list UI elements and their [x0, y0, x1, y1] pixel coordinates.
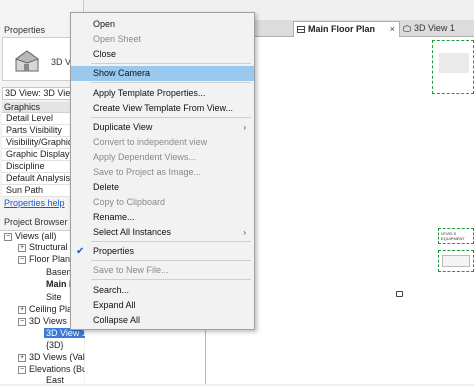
properties-help-link[interactable]: Properties help — [4, 198, 65, 208]
collapse-toggle-icon[interactable]: − — [4, 232, 12, 241]
view-thumbnail-grid[interactable] — [438, 250, 474, 272]
menu-item-rename[interactable]: Rename... — [71, 210, 254, 225]
house-icon — [14, 50, 40, 72]
tree-item-structural[interactable]: + Structural — [18, 242, 68, 253]
grid-graphic — [442, 255, 470, 267]
view-thumbnail-label[interactable]: LEVELS EQUIPMENT — [438, 228, 474, 244]
checkmark-icon: ✔ — [76, 246, 85, 257]
tree-item-site[interactable]: Site — [46, 292, 62, 303]
menu-item-save-as-image[interactable]: Save to Project as Image... — [71, 165, 254, 180]
tree-item-3d-default[interactable]: {3D} — [46, 340, 64, 351]
menu-separator — [91, 82, 251, 83]
menu-separator — [91, 279, 251, 280]
plan-graphic — [439, 53, 469, 73]
menu-separator — [91, 117, 251, 118]
tree-item-label: {3D} — [46, 340, 64, 350]
menu-separator — [91, 241, 251, 242]
tree-item-label: Site — [46, 292, 62, 302]
cube-icon — [403, 25, 411, 32]
tree-item-label: 3D Views — [29, 316, 67, 326]
tree-item-views-all[interactable]: − Views (all) — [4, 231, 56, 242]
submenu-arrow-icon: › — [243, 123, 246, 132]
menu-item-search[interactable]: Search... — [71, 283, 254, 298]
menu-item-open[interactable]: Open — [71, 17, 254, 32]
tree-item-label: Floor Plan — [29, 254, 71, 264]
tree-item-3d-views[interactable]: −3D Views — [18, 316, 67, 327]
menu-item-create-view-template[interactable]: Create View Template From View... — [71, 101, 254, 116]
tab-label: 3D View 1 — [414, 23, 455, 33]
menu-item-copy-to-clipboard[interactable]: Copy to Clipboard — [71, 195, 254, 210]
thumbnail-text: LEVELS EQUIPMENT — [441, 231, 465, 241]
tab-3d-view-1[interactable]: 3D View 1 — [400, 21, 474, 37]
tab-label: Main Floor Plan — [308, 24, 376, 34]
expand-toggle-icon[interactable]: + — [18, 353, 26, 362]
submenu-arrow-icon: › — [243, 228, 246, 237]
menu-item-close[interactable]: Close — [71, 47, 254, 62]
menu-item-show-camera[interactable]: Show Camera — [71, 66, 254, 81]
menu-item-convert-independent[interactable]: Convert to independent view — [71, 135, 254, 150]
view-thumbnail-plan[interactable] — [432, 40, 474, 94]
menu-item-label: Properties — [93, 246, 135, 256]
tree-item-ceiling-plans[interactable]: + Ceiling Pla — [18, 304, 72, 315]
camera-cursor-icon — [396, 291, 403, 297]
context-menu: Open Open Sheet Close Show Camera Apply … — [70, 12, 255, 330]
tree-item-east[interactable]: East — [46, 375, 64, 386]
menu-separator — [91, 63, 251, 64]
menu-item-collapse-all[interactable]: Collapse All — [71, 313, 254, 328]
menu-item-duplicate-view[interactable]: Duplicate View › — [71, 120, 254, 135]
menu-item-apply-template[interactable]: Apply Template Properties... — [71, 86, 254, 101]
tree-item-label: Views (all) — [15, 231, 57, 241]
menu-item-expand-all[interactable]: Expand All — [71, 298, 254, 313]
menu-item-properties[interactable]: ✔ Properties — [71, 244, 254, 259]
tree-item-label: Structural — [29, 242, 68, 252]
collapse-toggle-icon[interactable]: − — [18, 317, 26, 326]
floor-plan-icon — [297, 26, 305, 33]
menu-separator — [91, 260, 251, 261]
tab-close-icon[interactable]: × — [390, 22, 395, 37]
tree-item-floor-plans[interactable]: − Floor Plan — [18, 254, 70, 265]
menu-item-label: Duplicate View — [93, 122, 153, 132]
expand-toggle-icon[interactable]: + — [18, 243, 26, 252]
menu-item-delete[interactable]: Delete — [71, 180, 254, 195]
tree-item-label: Ceiling Pla — [29, 304, 73, 314]
collapse-toggle-icon[interactable]: − — [18, 365, 26, 374]
menu-item-save-to-new-file[interactable]: Save to New File... — [71, 263, 254, 278]
collapse-toggle-icon[interactable]: − — [18, 255, 26, 264]
menu-item-open-sheet[interactable]: Open Sheet — [71, 32, 254, 47]
expand-toggle-icon[interactable]: + — [18, 305, 26, 314]
menu-item-select-all-instances[interactable]: Select All Instances › — [71, 225, 254, 240]
menu-item-label: Select All Instances — [93, 227, 172, 237]
properties-title: Properties — [4, 25, 46, 35]
tab-main-floor-plan[interactable]: Main Floor Plan × — [293, 21, 400, 37]
menu-item-apply-dependent-views[interactable]: Apply Dependent Views... — [71, 150, 254, 165]
